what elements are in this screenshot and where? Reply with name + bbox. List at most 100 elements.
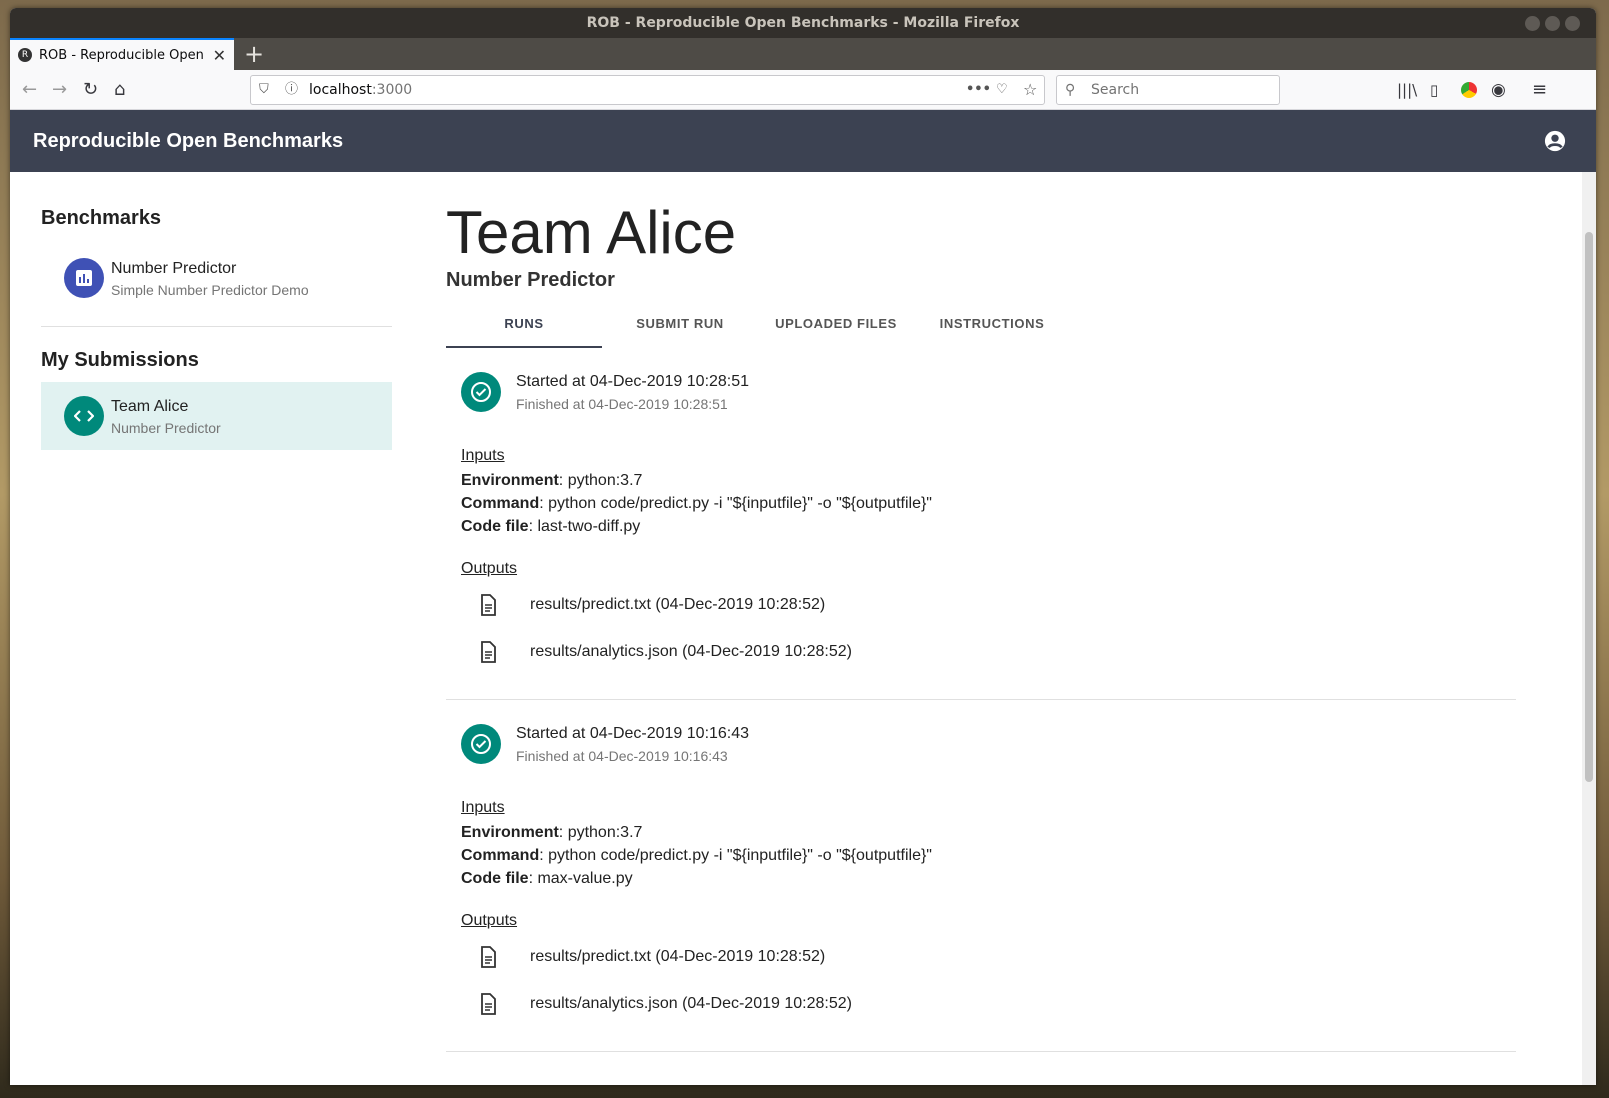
command-value: : python code/predict.py -i "${inputfile… [539, 495, 932, 512]
shield-icon[interactable]: ⛉ [259, 76, 269, 104]
command-label: Command [461, 495, 540, 512]
output-file-name[interactable]: results/analytics.json (04-Dec-2019 10:2… [530, 643, 852, 661]
url-host: localhost [309, 82, 372, 98]
command-row: Command: python code/predict.py -i "${in… [461, 495, 932, 513]
menu-icon[interactable]: ≡ [1532, 78, 1547, 102]
reload-icon[interactable]: ↻ [83, 78, 98, 102]
command-label: Command [461, 847, 540, 864]
sidebar-item-submission[interactable]: Team Alice Number Predictor [41, 382, 392, 450]
output-file-name[interactable]: results/analytics.json (04-Dec-2019 10:2… [530, 995, 852, 1013]
search-input[interactable]: ⚲ Search [1056, 75, 1280, 105]
page-content: Benchmarks Number Predictor Simple Numbe… [10, 172, 1596, 1085]
run-started: Started at 04-Dec-2019 10:28:51 [516, 373, 750, 390]
run-card: Started at 04-Dec-2019 10:16:43 Finished… [446, 700, 1516, 1052]
environment-row: Environment: python:3.7 [461, 472, 642, 490]
output-file-item[interactable]: results/analytics.json (04-Dec-2019 10:2… [476, 992, 852, 1016]
code-icon [64, 396, 104, 436]
window-controls [1525, 16, 1580, 31]
bar-chart-icon [64, 258, 104, 298]
app-header: Reproducible Open Benchmarks [10, 110, 1596, 172]
user-account-icon[interactable] [1544, 130, 1566, 152]
submission-subtitle: Number Predictor [111, 420, 221, 436]
scrollbar-thumb[interactable] [1585, 232, 1593, 782]
run-started: Started at 04-Dec-2019 10:16:43 [516, 725, 750, 742]
output-file-item[interactable]: results/predict.txt (04-Dec-2019 10:28:5… [476, 593, 825, 617]
environment-value: : python:3.7 [558, 472, 643, 489]
library-icon[interactable]: |||\ [1397, 78, 1417, 102]
code-file-label: Code file [461, 518, 529, 535]
output-file-item[interactable]: results/predict.txt (04-Dec-2019 10:28:5… [476, 945, 825, 969]
run-card: Started at 04-Dec-2019 10:28:51 Finished… [446, 348, 1516, 700]
file-icon [481, 594, 496, 616]
page-actions-icon[interactable]: ••• [966, 76, 991, 104]
output-file-name[interactable]: results/predict.txt (04-Dec-2019 10:28:5… [530, 596, 825, 614]
environment-label: Environment [461, 824, 559, 841]
info-icon[interactable]: ⓘ [285, 76, 298, 104]
search-placeholder: Search [1091, 82, 1140, 98]
account-icon[interactable]: ◉ [1491, 78, 1506, 102]
extension-icon[interactable] [1461, 82, 1477, 98]
back-icon[interactable]: ← [22, 78, 37, 102]
close-window-button[interactable] [1565, 16, 1580, 31]
app-brand[interactable]: Reproducible Open Benchmarks [33, 110, 343, 172]
run-finished: Finished at 04-Dec-2019 10:16:43 [516, 748, 728, 764]
forward-icon[interactable]: → [52, 78, 67, 102]
window-title: ROB - Reproducible Open Benchmarks - Moz… [586, 15, 1020, 31]
code-file-value: : last-two-diff.py [528, 518, 641, 535]
browser-tab[interactable]: R ROB - Reproducible Open Benchmarks ✕ [10, 38, 234, 70]
close-tab-icon[interactable]: ✕ [213, 46, 226, 65]
bookmark-star-icon[interactable]: ☆ [1023, 76, 1037, 104]
output-file-name[interactable]: results/predict.txt (04-Dec-2019 10:28:5… [530, 948, 825, 966]
environment-row: Environment: python:3.7 [461, 824, 642, 842]
command-value: : python code/predict.py -i "${inputfile… [539, 847, 932, 864]
environment-value: : python:3.7 [558, 824, 643, 841]
code-file-row: Code file: last-two-diff.py [461, 518, 640, 536]
success-check-icon [461, 372, 501, 412]
environment-label: Environment [461, 472, 559, 489]
benchmark-title: Number Predictor [111, 260, 237, 277]
benchmark-subtitle: Simple Number Predictor Demo [111, 282, 309, 298]
outputs-heading: Outputs [461, 560, 518, 577]
search-icon: ⚲ [1065, 82, 1076, 98]
page-title: Team Alice [446, 199, 737, 266]
tab-strip: R ROB - Reproducible Open Benchmarks ✕ + [10, 38, 1596, 70]
nav-toolbar: ← → ↻ ⌂ ⛉ ⓘ localhost:3000 ••• ♡ ☆ ⚲ Sea… [10, 70, 1596, 110]
tab-instructions[interactable]: INSTRUCTIONS [914, 300, 1070, 348]
run-finished: Finished at 04-Dec-2019 10:28:51 [516, 396, 728, 412]
url-port: :3000 [371, 82, 413, 98]
home-icon[interactable]: ⌂ [114, 78, 125, 102]
code-file-label: Code file [461, 870, 529, 887]
submission-title: Team Alice [111, 398, 189, 415]
tab-submit-run[interactable]: SUBMIT RUN [602, 300, 758, 348]
browser-window: ROB - Reproducible Open Benchmarks - Moz… [10, 8, 1596, 1085]
command-row: Command: python code/predict.py -i "${in… [461, 847, 932, 865]
benchmarks-heading: Benchmarks [41, 207, 162, 229]
sidebar: Benchmarks Number Predictor Simple Numbe… [41, 172, 392, 450]
page-subtitle: Number Predictor [446, 269, 615, 291]
page-scrollbar[interactable] [1582, 172, 1596, 1085]
tab-bar: RUNS SUBMIT RUN UPLOADED FILES INSTRUCTI… [446, 300, 1516, 348]
inputs-heading: Inputs [461, 447, 505, 464]
tab-title: ROB - Reproducible Open Benchmarks [39, 47, 209, 63]
file-icon [481, 946, 496, 968]
code-file-row: Code file: max-value.py [461, 870, 633, 888]
success-check-icon [461, 724, 501, 764]
submissions-heading: My Submissions [41, 349, 199, 371]
file-icon [481, 641, 496, 663]
tab-runs[interactable]: RUNS [446, 300, 602, 348]
code-file-value: : max-value.py [528, 870, 633, 887]
output-file-item[interactable]: results/analytics.json (04-Dec-2019 10:2… [476, 640, 852, 664]
sidebar-toggle-icon[interactable]: ▯ [1430, 78, 1438, 102]
new-tab-icon[interactable]: + [244, 40, 264, 68]
minimize-button[interactable] [1525, 16, 1540, 31]
tab-uploaded-files[interactable]: UPLOADED FILES [758, 300, 914, 348]
main-panel: Team Alice Number Predictor RUNS SUBMIT … [446, 172, 1516, 1052]
window-titlebar: ROB - Reproducible Open Benchmarks - Moz… [10, 8, 1596, 38]
outputs-heading: Outputs [461, 912, 518, 929]
favicon-icon: R [18, 48, 32, 62]
maximize-button[interactable] [1545, 16, 1560, 31]
pocket-icon[interactable]: ♡ [996, 76, 1008, 104]
sidebar-divider [41, 326, 392, 327]
url-bar[interactable]: ⛉ ⓘ localhost:3000 ••• ♡ ☆ [250, 75, 1045, 105]
sidebar-item-benchmark[interactable]: Number Predictor Simple Number Predictor… [41, 244, 392, 312]
